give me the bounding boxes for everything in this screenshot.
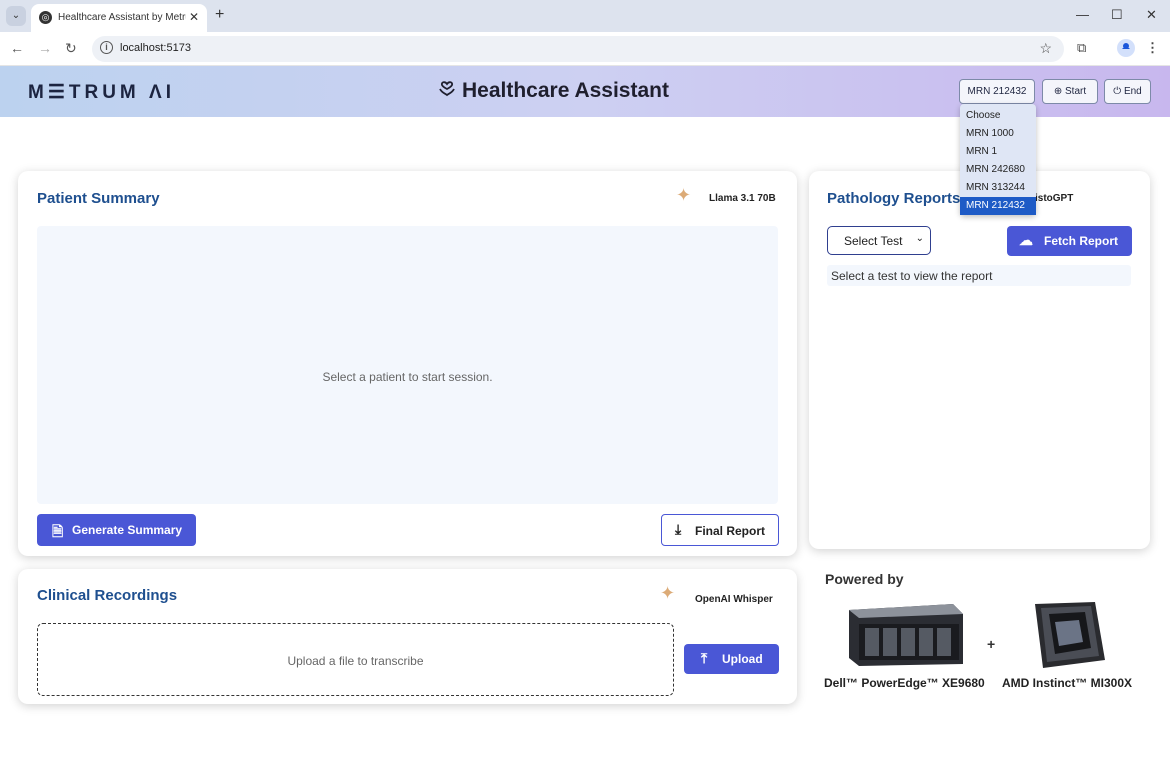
profile-avatar[interactable] [1117, 39, 1135, 57]
fetch-report-button[interactable]: ☁ Fetch Report [1007, 226, 1132, 256]
download-icon: ⤓ [675, 521, 682, 537]
close-window-icon[interactable]: ✕ [1146, 7, 1157, 23]
chevron-down-icon: ⌄ [915, 233, 924, 244]
fetch-report-label: Fetch Report [1044, 234, 1119, 248]
play-circle-icon: ⊕ [1053, 86, 1063, 97]
patient-summary-title: Patient Summary [37, 190, 160, 207]
select-test-dropdown[interactable]: Select Test ⌄ [827, 226, 931, 255]
clinical-title: Clinical Recordings [37, 587, 178, 604]
server-image [849, 604, 963, 666]
generate-summary-button[interactable]: 🗎 Generate Summary [37, 514, 196, 546]
gpu-chip-image [1035, 602, 1105, 668]
generate-summary-label: Generate Summary [72, 523, 183, 537]
patient-summary-card: Patient Summary ✦ Llama 3.1 70B Select a… [18, 171, 797, 556]
dropdown-option[interactable]: MRN 242680 [960, 161, 1036, 179]
model-tag: Llama 3.1 70B [709, 193, 776, 204]
maximize-icon[interactable]: ☐ [1111, 7, 1123, 23]
mrn-dropdown-list[interactable]: Choose MRN 1000 MRN 1 MRN 242680 MRN 313… [960, 104, 1036, 215]
menu-kebab-icon[interactable]: ⋮ [1146, 40, 1159, 56]
summary-area: Select a patient to start session. [37, 226, 778, 504]
product-amd: AMD Instinct™ MI300X [1002, 676, 1133, 690]
url-text: localhost:5173 [120, 42, 191, 54]
tab-search-chevron-icon[interactable]: ⌄ [6, 6, 26, 26]
dropdown-option[interactable]: Choose [960, 107, 1036, 125]
final-report-label: Final Report [695, 524, 766, 538]
file-drop-zone[interactable]: Upload a file to transcribe [37, 623, 674, 696]
end-label: End [1123, 86, 1142, 97]
address-bar[interactable]: i localhost:5173 ☆ [92, 36, 1064, 62]
browser-toolbar: ← → ↻ i localhost:5173 ☆ ⧉ ⋮ [0, 32, 1170, 66]
page-title-text: Healthcare Assistant [462, 79, 669, 102]
dropdown-option[interactable]: MRN 1000 [960, 125, 1036, 143]
dropdown-option-selected[interactable]: MRN 212432 [960, 197, 1036, 215]
model-tag: OpenAI Whisper [695, 594, 773, 605]
close-tab-icon[interactable]: ✕ [189, 10, 199, 24]
globe-icon: ◎ [39, 11, 52, 24]
browser-tab[interactable]: ◎ Healthcare Assistant by Metrum ✕ [31, 4, 207, 32]
powered-by-heading: Powered by [825, 571, 904, 587]
page-title: Healthcare Assistant [438, 79, 669, 103]
sparkle-icon: ✦ [660, 583, 676, 603]
heart-hands-icon [438, 79, 456, 103]
report-placeholder: Select a test to view the report [827, 265, 1131, 286]
document-icon: 🗎 [52, 523, 64, 539]
bookmark-star-icon[interactable]: ☆ [1039, 40, 1052, 57]
forward-icon[interactable]: → [38, 40, 52, 56]
upload-icon: ⤒ [701, 650, 708, 666]
upload-label: Upload [722, 652, 763, 666]
new-tab-icon[interactable]: + [215, 6, 224, 24]
plus-sign: + [987, 636, 996, 652]
minimize-icon[interactable]: — [1076, 7, 1089, 22]
final-report-button[interactable]: ⤓ Final Report [661, 514, 779, 546]
site-info-icon[interactable]: i [100, 41, 113, 54]
metrum-logo: M☰TRUM ΛI [28, 82, 175, 103]
start-button[interactable]: ⊕ Start [1042, 79, 1098, 104]
tab-title: Healthcare Assistant by Metrum [58, 12, 186, 23]
end-button[interactable]: ⏻ End [1104, 79, 1151, 104]
summary-placeholder: Select a patient to start session. [322, 370, 493, 384]
reload-icon[interactable]: ↻ [65, 40, 77, 57]
start-label: Start [1065, 86, 1087, 97]
mrn-select[interactable]: MRN 212432 [959, 79, 1035, 104]
select-test-value: Select Test [844, 234, 903, 248]
model-tag: istoGPT [1035, 193, 1074, 204]
dropdown-option[interactable]: MRN 1 [960, 143, 1036, 161]
sparkle-icon: ✦ [676, 185, 692, 205]
browser-tab-bar: ⌄ ◎ Healthcare Assistant by Metrum ✕ + —… [0, 0, 1170, 32]
dropdown-option[interactable]: MRN 313244 [960, 179, 1036, 197]
cloud-download-icon: ☁ [1019, 232, 1033, 248]
upload-button[interactable]: ⤒ Upload [684, 644, 779, 674]
extensions-icon[interactable]: ⧉ [1077, 40, 1086, 56]
product-dell: Dell™ PowerEdge™ XE9680 [824, 676, 985, 690]
power-icon: ⏻ [1113, 86, 1122, 97]
upload-zone-text: Upload a file to transcribe [287, 654, 424, 668]
pathology-title: Pathology Reports [827, 190, 961, 207]
back-icon[interactable]: ← [10, 40, 24, 56]
